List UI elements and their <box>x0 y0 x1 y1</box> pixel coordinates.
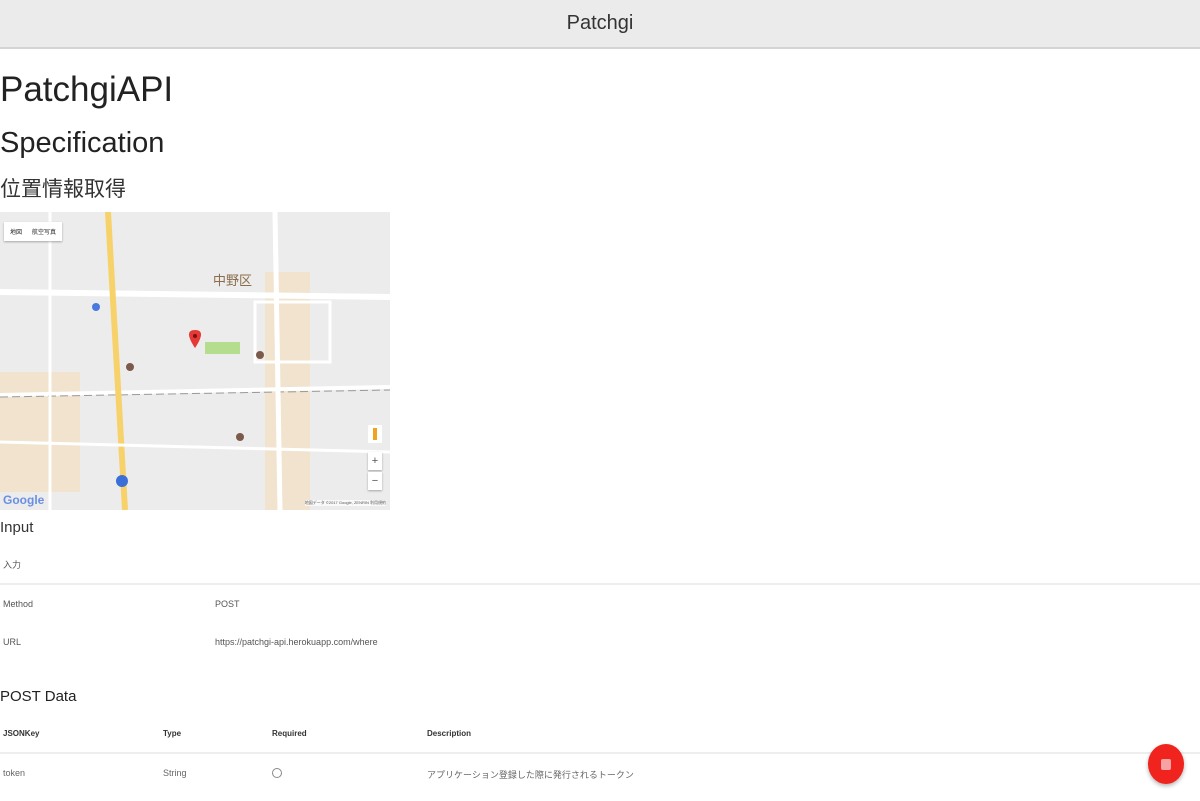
map-type-control[interactable]: 地図 航空写真 <box>4 222 63 241</box>
map-poi-icon <box>256 351 264 359</box>
section-title: 位置情報取得 <box>0 178 126 201</box>
map-pin-icon[interactable] <box>189 330 201 348</box>
map-poi-icon <box>116 475 128 487</box>
app-title: Patchgi <box>566 12 634 34</box>
url-label: URL <box>3 637 22 647</box>
column-header-description: Description <box>427 729 472 738</box>
map-area <box>0 372 80 492</box>
input-heading: Input <box>0 519 34 536</box>
map-zoom-in-button[interactable]: + <box>368 452 382 470</box>
map-park <box>205 342 240 354</box>
required-radio[interactable] <box>272 768 282 778</box>
map-canvas <box>0 212 390 510</box>
input-subheading: 入力 <box>3 560 22 570</box>
map-district-label: 中野区 <box>213 273 253 288</box>
divider <box>0 583 1200 585</box>
app-header: Patchgi <box>0 0 1200 49</box>
cell-type: String <box>163 768 187 778</box>
map-poi-icon <box>236 433 244 441</box>
map[interactable]: 地図 航空写真 中野区 + − Google 地図データ ©2017 Googl… <box>0 212 390 510</box>
map-type-map[interactable]: 地図 <box>10 227 22 236</box>
map-pin-dot <box>193 334 197 338</box>
column-header-jsonkey: JSONKey <box>3 729 40 738</box>
google-logo: Google <box>3 493 45 507</box>
map-type-satellite[interactable]: 航空写真 <box>32 227 56 236</box>
divider <box>0 752 1200 754</box>
stop-fab-button[interactable] <box>1148 744 1184 784</box>
map-road <box>0 289 390 300</box>
page-subtitle: Specification <box>0 127 165 159</box>
method-label: Method <box>3 599 34 609</box>
method-value: POST <box>215 599 240 609</box>
post-data-heading: POST Data <box>0 688 77 705</box>
pegman-figure <box>373 428 377 440</box>
map-zoom-out-button[interactable]: − <box>368 472 382 490</box>
stop-icon <box>1161 758 1171 770</box>
cell-key: token <box>3 768 26 778</box>
map-highway <box>105 212 128 510</box>
url-value: https://patchgi-api.herokuapp.com/where <box>215 637 378 647</box>
cell-description: アプリケーション登録した際に発行されるトークン <box>427 770 634 780</box>
page-title: PatchgiAPI <box>0 70 174 109</box>
map-poi-icon <box>92 303 100 311</box>
column-header-type: Type <box>163 729 182 738</box>
map-attribution[interactable]: 地図データ ©2017 Google, ZENRIN 利用規約 <box>304 500 386 506</box>
map-poi-icon <box>126 363 134 371</box>
column-header-required: Required <box>272 729 307 738</box>
